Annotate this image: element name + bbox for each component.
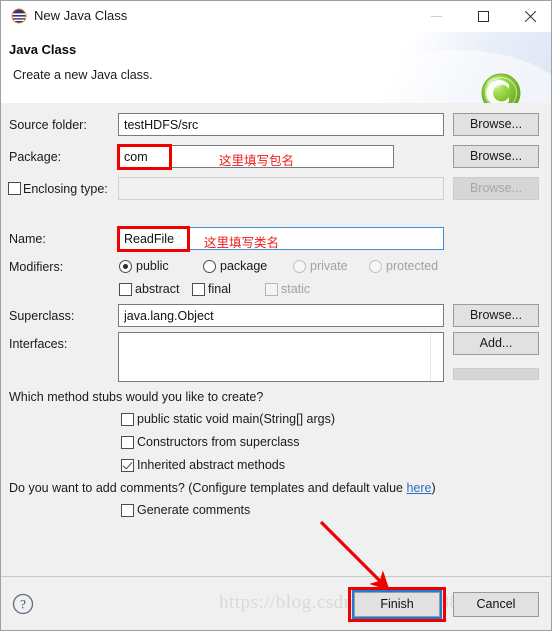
comments-question: Do you want to add comments? (Configure … xyxy=(9,481,436,495)
modifier-radio-package[interactable] xyxy=(203,260,216,273)
minimize-icon xyxy=(430,16,442,17)
modifier-checkbox-abstract[interactable] xyxy=(119,283,132,296)
source-folder-label: Source folder: xyxy=(9,118,87,132)
package-browse-button[interactable]: Browse... xyxy=(453,145,539,168)
source-folder-browse-button[interactable]: Browse... xyxy=(453,113,539,136)
superclass-browse-button[interactable]: Browse... xyxy=(453,304,539,327)
modifier-label-package: package xyxy=(220,259,268,273)
modifier-checkbox-static[interactable] xyxy=(265,283,278,296)
modifier-label-private: private xyxy=(310,259,348,273)
close-icon xyxy=(524,10,537,23)
finish-button[interactable]: Finish xyxy=(352,590,442,619)
cancel-button[interactable]: Cancel xyxy=(453,592,539,617)
source-folder-input[interactable] xyxy=(118,113,444,136)
new-java-class-dialog: New Java Class Java Class Create a new J… xyxy=(0,0,552,631)
enclosing-type-label: Enclosing type: xyxy=(23,182,108,196)
green-c-badge-icon xyxy=(478,71,524,103)
interfaces-scrollbar[interactable] xyxy=(430,333,443,381)
maximize-button[interactable] xyxy=(460,1,506,32)
minimize-button[interactable] xyxy=(413,1,459,32)
name-annotation-text: 这里填写类名 xyxy=(204,235,280,250)
form-body: Source folder: Browse... Package: 这里填写包名… xyxy=(1,103,551,576)
window-title: New Java Class xyxy=(34,8,128,23)
modifier-radio-private[interactable] xyxy=(293,260,306,273)
package-label: Package: xyxy=(9,150,62,164)
configure-templates-link[interactable]: here xyxy=(406,481,431,495)
generate-comments-checkbox[interactable] xyxy=(121,504,134,517)
enclosing-type-browse-button[interactable]: Browse... xyxy=(453,177,539,200)
eclipse-sphere-icon xyxy=(11,8,27,24)
package-annotation-text: 这里填写包名 xyxy=(219,153,295,168)
modifier-label-protected: protected xyxy=(386,259,439,273)
modifier-label-public: public xyxy=(136,259,169,273)
class-name-input[interactable] xyxy=(118,227,444,250)
modifier-radio-public[interactable] xyxy=(119,260,132,273)
modifier-label-abstract: abstract xyxy=(135,282,180,296)
stub-checkbox-main-method[interactable] xyxy=(121,413,134,426)
modifier-label-static: static xyxy=(281,282,311,296)
question-mark-icon[interactable]: ? xyxy=(12,593,34,615)
stub-label-main-method: public static void main(String[] args) xyxy=(137,412,335,426)
stub-label-constructors: Constructors from superclass xyxy=(137,435,300,449)
method-stubs-question: Which method stubs would you like to cre… xyxy=(9,390,264,404)
interfaces-remove-button[interactable] xyxy=(453,368,539,380)
modifier-label-final: final xyxy=(208,282,231,296)
comments-question-suffix: ) xyxy=(431,481,436,495)
interfaces-label: Interfaces: xyxy=(9,337,68,351)
stub-checkbox-constructors[interactable] xyxy=(121,436,134,449)
modifier-radio-protected[interactable] xyxy=(369,260,382,273)
modifier-checkbox-final[interactable] xyxy=(192,283,205,296)
interfaces-list[interactable] xyxy=(118,332,444,382)
interfaces-add-button[interactable]: Add... xyxy=(453,332,539,355)
comments-question-prefix: Do you want to add comments? (Configure … xyxy=(9,481,407,495)
stub-checkbox-inherited-abstract[interactable] xyxy=(121,459,134,472)
enclosing-type-checkbox[interactable] xyxy=(8,182,21,195)
svg-text:?: ? xyxy=(20,597,26,612)
generate-comments-label: Generate comments xyxy=(137,503,251,517)
modifiers-label: Modifiers: xyxy=(9,260,64,274)
close-button[interactable] xyxy=(507,1,551,32)
enclosing-type-input[interactable] xyxy=(118,177,444,200)
stub-label-inherited-abstract: Inherited abstract methods xyxy=(137,458,285,472)
wizard-subtitle: Create a new Java class. xyxy=(13,68,153,82)
maximize-icon xyxy=(477,11,489,22)
superclass-input[interactable] xyxy=(118,304,444,327)
name-label: Name: xyxy=(9,232,46,246)
superclass-label: Superclass: xyxy=(9,309,75,323)
wizard-header: Java Class Create a new Java class. xyxy=(1,32,551,104)
title-bar: New Java Class xyxy=(1,1,551,32)
wizard-title: Java Class xyxy=(9,42,77,57)
